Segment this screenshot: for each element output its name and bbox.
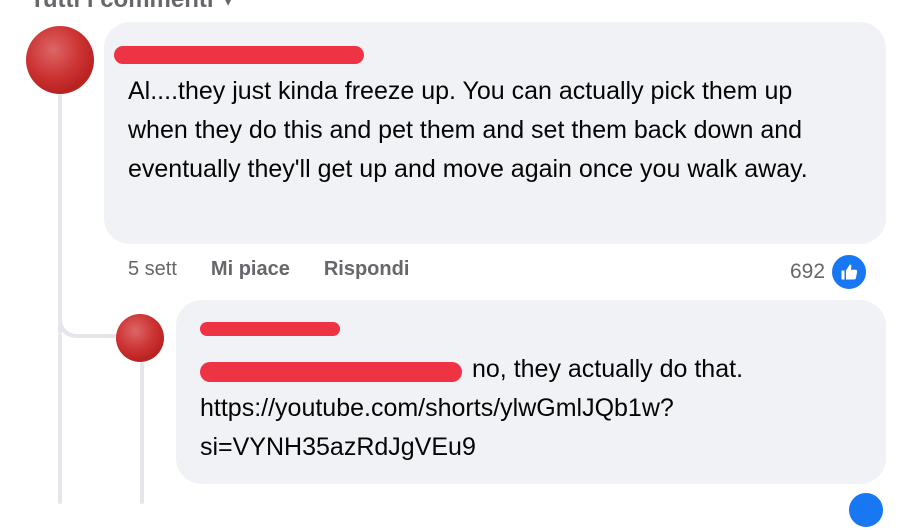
thread-line-reply (140, 362, 144, 504)
reply-text-line-1: no, they actually do that. (472, 355, 744, 383)
reply-link-url-continued[interactable]: si=VYNH35azRdJgVEu9 (200, 428, 476, 467)
chevron-down-icon: ▾ (224, 0, 233, 11)
comment-timestamp[interactable]: 5 sett (128, 258, 177, 281)
comments-filter-label: Tutti i commenti (30, 0, 214, 14)
next-reaction-badge (846, 490, 886, 530)
reply-button[interactable]: Rispondi (324, 258, 410, 281)
reply-link-url[interactable]: https://youtube.com/shorts/ylwGmlJQb1w? (200, 389, 674, 428)
reaction-count: 692 (790, 260, 826, 283)
comment-actions: 5 sett Mi piace Rispondi (128, 258, 409, 281)
reply-bubble: no, they actually do that. https://youtu… (176, 300, 886, 484)
reaction-summary[interactable]: 692 (790, 252, 870, 292)
thread-line-elbow (58, 290, 120, 338)
comment-text: Al....they just kinda freeze up. You can… (128, 77, 808, 183)
redacted-author-name (114, 46, 364, 64)
redacted-mention (200, 362, 462, 382)
avatar[interactable] (26, 26, 94, 94)
comment-bubble: Al....they just kinda freeze up. You can… (104, 22, 886, 244)
thread-line-main-continued (58, 334, 62, 504)
reply-avatar[interactable] (116, 314, 164, 362)
comments-filter[interactable]: Tutti i commenti ▾ (30, 0, 233, 14)
like-icon (829, 252, 870, 292)
redacted-reply-author-name (200, 322, 340, 336)
like-button[interactable]: Mi piace (211, 258, 290, 281)
